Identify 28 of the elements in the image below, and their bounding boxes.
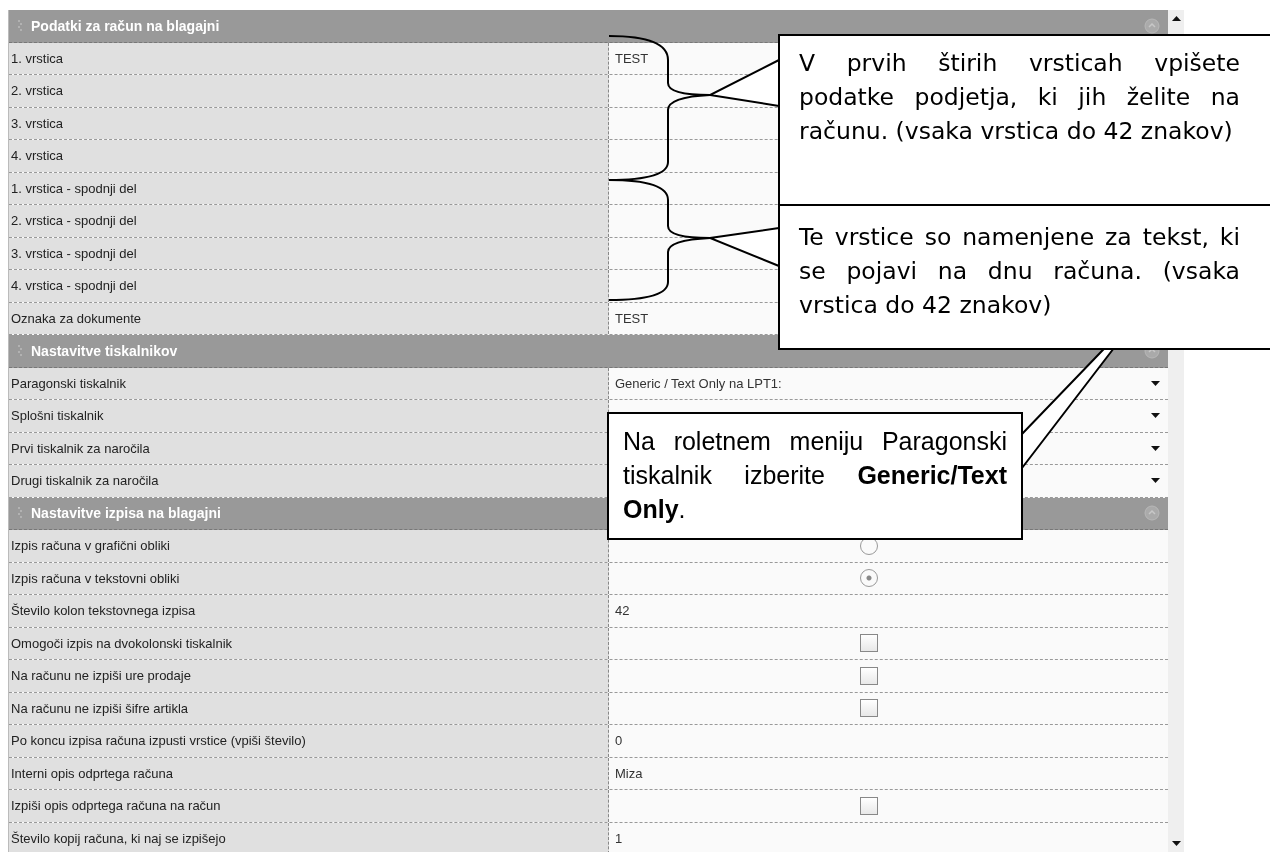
property-label: Po koncu izpisa računa izpusti vrstice (vpiši število) [9, 725, 609, 757]
property-label: Oznaka za dokumente [9, 302, 609, 334]
property-label: Splošni tiskalnik [9, 400, 609, 432]
property-label: 1. vrstica - spodnji del [9, 172, 609, 204]
property-label: Prvi tiskalnik za naročila [9, 432, 609, 464]
property-label: 2. vrstica [9, 75, 609, 107]
section-title: Podatki za račun na blagajni [31, 17, 220, 34]
property-label: Omogoči izpis na dvokolonski tiskalnik [9, 627, 609, 659]
section-title: Nastavitve izpisa na blagajni [31, 505, 221, 522]
section-title: Nastavitve tiskalnikov [31, 342, 178, 359]
property-label: Število kolon tekstovnega izpisa [9, 595, 609, 627]
property-label: Na računu ne izpiši šifre artikla [9, 692, 609, 724]
property-label: 2. vrstica - spodnji del [9, 205, 609, 237]
property-label: Izpiši opis odprtega računa na račun [9, 790, 609, 822]
property-label: 3. vrstica [9, 107, 609, 139]
property-label: 3. vrstica - spodnji del [9, 237, 609, 269]
callout-tooltip: V prvih štirih vrsticah vpišete podatke podjetja, ki jih želite na računu. (vsaka vrstica do 42 znakov) [778, 34, 1270, 206]
property-label: Izpis računa v tekstovni obliki [9, 562, 609, 594]
property-label: Paragonski tiskalnik [9, 367, 609, 399]
property-label: Izpis računa v grafični obliki [9, 530, 609, 562]
property-label: 4. vrstica [9, 140, 609, 172]
property-label: Interni opis odprtega računa [9, 757, 609, 789]
property-label: Število kopij računa, ki naj se izpišejo [9, 822, 609, 852]
property-label: Drugi tiskalnik za naročila [9, 465, 609, 497]
property-label: 1. vrstica [9, 42, 609, 74]
property-label: Na računu ne izpiši ure prodaje [9, 660, 609, 692]
callout-tooltip: Na roletnem meniju Paragonski tiskalnik izberite Generic/Text Only. [607, 412, 1023, 540]
property-label: 4. vrstica - spodnji del [9, 270, 609, 302]
